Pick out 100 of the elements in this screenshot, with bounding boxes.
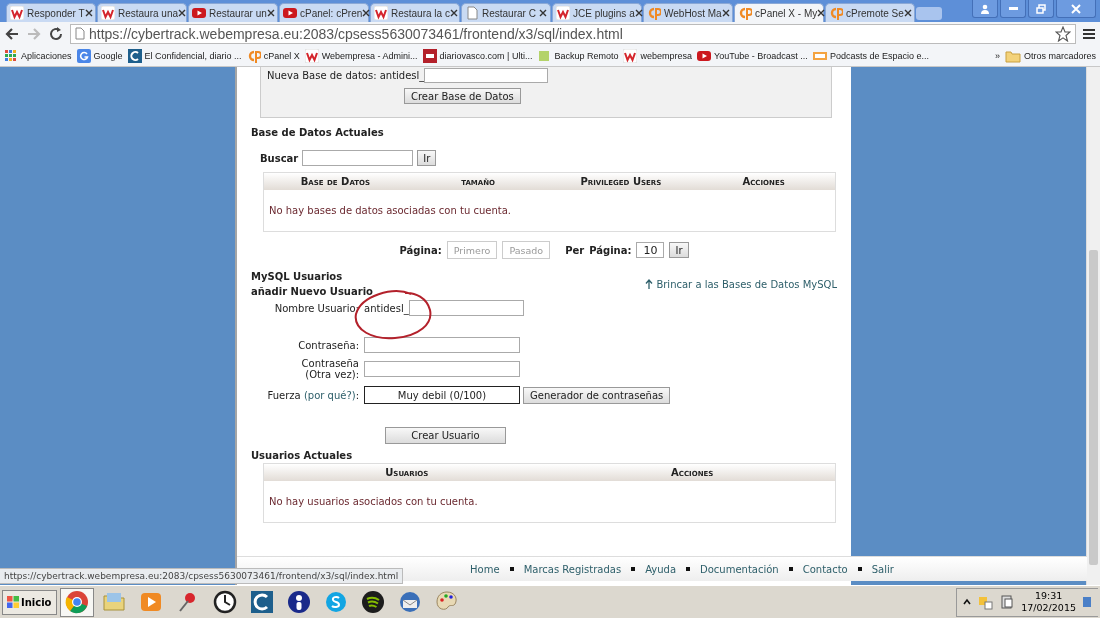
- browser-tab[interactable]: Responder T: [6, 3, 96, 22]
- pagination-label: Página:: [399, 244, 442, 256]
- bookmark-item[interactable]: El Confidencial, diario ...: [127, 48, 242, 63]
- jump-link[interactable]: Brincar a las Bases de Datos MySQL: [645, 278, 837, 290]
- footer-link[interactable]: Ayuda: [645, 563, 677, 575]
- w-logo-icon: [101, 6, 115, 20]
- close-icon[interactable]: [178, 9, 187, 17]
- google-icon: [76, 48, 91, 63]
- menu-icon[interactable]: [1082, 26, 1096, 41]
- column-header: Privileged Users: [579, 176, 663, 187]
- section-heading: Usuarios Actuales: [251, 450, 354, 461]
- scrollbar-thumb[interactable]: [1089, 250, 1098, 565]
- cp-logo-icon: [246, 48, 261, 63]
- restore-button[interactable]: [1028, 0, 1054, 18]
- bookmark-item[interactable]: Aplicaciones: [4, 48, 72, 63]
- start-button[interactable]: Inicio: [2, 589, 57, 615]
- close-icon[interactable]: [84, 9, 93, 17]
- device-icon[interactable]: [999, 594, 1016, 610]
- page-icon: [465, 6, 479, 20]
- chevron-up-icon[interactable]: [963, 598, 972, 606]
- minimize-button[interactable]: [1000, 0, 1026, 18]
- browser-tab[interactable]: cPanel X - My: [734, 3, 824, 22]
- bookmark-item[interactable]: diariovasco.com | Ulti...: [422, 48, 533, 63]
- play-icon: [697, 48, 711, 63]
- close-icon[interactable]: [449, 9, 458, 17]
- footer-link[interactable]: Home: [470, 563, 500, 575]
- browser-tab[interactable]: JCE plugins a: [552, 3, 642, 22]
- footer-link[interactable]: Contacto: [802, 563, 848, 575]
- create-database-button[interactable]: Crear Base de Datos: [404, 88, 521, 104]
- w-logo-icon: [10, 6, 24, 20]
- column-header: tamaño: [460, 176, 497, 187]
- bookmark-item[interactable]: YouTube - Broadcast ...: [697, 48, 808, 63]
- bookmark-item[interactable]: Podcasts de Espacio e...: [812, 48, 929, 63]
- play-icon: [283, 6, 297, 20]
- footer-link[interactable]: Documentación: [700, 563, 779, 575]
- cp-logo-icon: [738, 6, 752, 20]
- sound-waves-icon: [360, 590, 385, 614]
- play-icon: [138, 590, 163, 614]
- page-button: Pasado: [502, 241, 551, 259]
- browser-tab[interactable]: WebHost Ma: [643, 3, 733, 22]
- close-icon[interactable]: [362, 9, 371, 17]
- bookmark-folder[interactable]: Otros marcadores: [1004, 48, 1096, 63]
- per-page-field[interactable]: 10: [636, 242, 665, 258]
- back-icon[interactable]: [4, 25, 20, 42]
- browser-tab[interactable]: Restaurar C: [461, 3, 551, 22]
- c-logo-icon: [127, 48, 142, 63]
- create-user-button[interactable]: Crear Usuario: [385, 427, 506, 444]
- text-field[interactable]: [364, 361, 520, 377]
- pagination-label: Per: [565, 244, 585, 256]
- field-label: Contraseña (Otra vez):: [300, 358, 360, 380]
- network-flag-icon[interactable]: [977, 594, 994, 610]
- folder-icon: [101, 590, 126, 614]
- go-button[interactable]: Ir: [669, 242, 689, 258]
- bookmark-item[interactable]: Webempresa - Admini...: [304, 48, 418, 63]
- footer-link[interactable]: Salir: [871, 563, 894, 575]
- c-logo-icon: [249, 590, 274, 614]
- close-icon[interactable]: [817, 9, 826, 17]
- address-bar[interactable]: https://cybertrack.webempresa.eu:2083/cpsess5630073461/frontend/x3/sql/index.html: [70, 23, 1076, 44]
- strength-meter: Muy debil (0/100): [364, 386, 520, 404]
- close-button[interactable]: [1056, 0, 1096, 18]
- close-icon[interactable]: [539, 9, 547, 17]
- reload-icon[interactable]: [48, 25, 64, 42]
- dv-logo-icon: [422, 48, 437, 63]
- pagination-label: Página:: [589, 244, 632, 256]
- password-generator-button[interactable]: Generador de contraseñas: [523, 386, 671, 404]
- clock-date: 17/02/2015: [1021, 602, 1076, 614]
- footer-link[interactable]: Marcas Registradas: [523, 563, 622, 575]
- close-icon[interactable]: [266, 9, 275, 17]
- show-desktop-icon[interactable]: [1082, 595, 1092, 609]
- bookmark-item[interactable]: Google: [76, 48, 123, 63]
- cp-logo-icon: [829, 6, 843, 20]
- bookmark-item[interactable]: cPanel X: [246, 48, 300, 63]
- star-icon[interactable]: [1055, 25, 1071, 42]
- browser-tab[interactable]: cPanel: cPren: [279, 3, 369, 22]
- browser-tab[interactable]: Restaura una: [97, 3, 187, 22]
- search-field[interactable]: [302, 150, 414, 166]
- close-icon[interactable]: [721, 9, 730, 17]
- text-field[interactable]: [408, 300, 524, 316]
- close-icon[interactable]: [634, 9, 643, 17]
- browser-tab[interactable]: Restaurar un: [188, 3, 278, 22]
- go-button[interactable]: Ir: [417, 150, 437, 166]
- column-header: Usuarios: [384, 467, 430, 478]
- search-label: Buscar: [260, 152, 299, 164]
- column-header: Acciones: [670, 467, 715, 478]
- scrollbar[interactable]: [1086, 67, 1100, 585]
- browser-tab[interactable]: cPremote Se: [825, 3, 915, 22]
- text-field[interactable]: [424, 68, 549, 83]
- bookmark-item[interactable]: webempresa: [623, 48, 692, 63]
- field-label: Fuerza (por qué?):: [266, 389, 360, 401]
- more-bookmarks-button[interactable]: »: [994, 50, 1000, 61]
- browser-tab[interactable]: Restaura la c: [370, 3, 460, 22]
- page-button: Primero: [446, 241, 498, 259]
- w-logo-icon: [304, 48, 319, 63]
- empty-message: No hay usuarios asociados con tu cuenta.: [269, 496, 478, 507]
- help-link[interactable]: (por qué?): [303, 389, 356, 401]
- close-icon[interactable]: [903, 9, 912, 17]
- user-button[interactable]: [972, 0, 998, 18]
- bookmark-item[interactable]: Backup Remoto: [537, 48, 619, 63]
- text-field[interactable]: [364, 337, 520, 353]
- status-bubble: https://cybertrack.webempresa.eu:2083/cpsess5630073461/frontend/x3/sql/index.html: [0, 568, 404, 584]
